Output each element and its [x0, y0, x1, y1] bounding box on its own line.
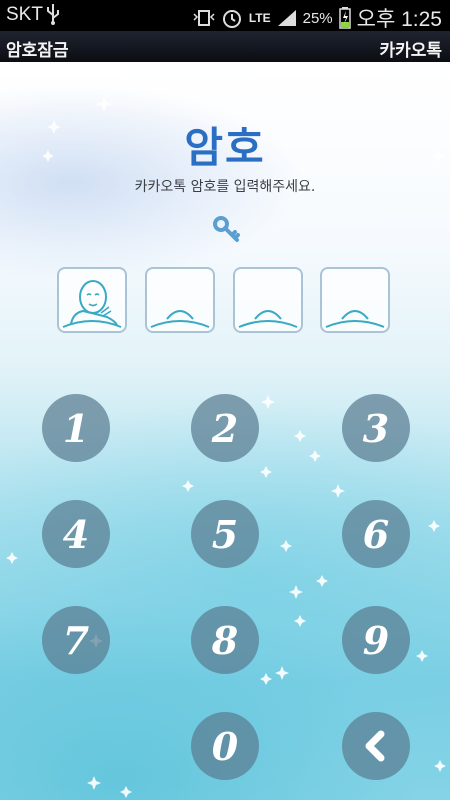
- clock-label: 오후 1:25: [356, 8, 442, 31]
- backspace-icon: [365, 730, 385, 762]
- battery-charging-icon: [338, 7, 351, 29]
- usb-icon: [47, 4, 59, 25]
- alarm-icon: [222, 10, 241, 28]
- pin-slot-2: [145, 267, 215, 333]
- character-face-icon: [62, 280, 122, 328]
- key-3[interactable]: 3: [342, 394, 410, 462]
- page-subtitle: 카카오톡 암호를 입력해주세요.: [134, 179, 316, 195]
- key-6[interactable]: 6: [342, 500, 410, 568]
- key-7[interactable]: 7: [42, 606, 110, 674]
- key-icon: [213, 216, 240, 242]
- key-2[interactable]: 2: [191, 394, 259, 462]
- screen-title: 암호잠금: [6, 41, 69, 61]
- pin-slot-4: [320, 267, 390, 333]
- page-title: 암호: [184, 123, 266, 172]
- key-4[interactable]: 4: [42, 500, 110, 568]
- app-name: 카카오톡: [379, 41, 442, 61]
- vibrate-icon: [193, 10, 215, 26]
- battery-label: 25%: [302, 9, 333, 27]
- empty-slot-icon: [238, 310, 298, 328]
- carrier-label: SKT: [6, 4, 43, 25]
- key-9[interactable]: 9: [342, 606, 410, 674]
- key-0[interactable]: 0: [191, 712, 259, 780]
- empty-slot-icon: [150, 310, 210, 328]
- empty-slot-icon: [325, 310, 385, 328]
- signal-icon: [277, 10, 296, 26]
- network-label: LTE: [248, 11, 271, 25]
- key-8[interactable]: 8: [191, 606, 259, 674]
- title-bar: 암호잠금 카카오톡: [0, 31, 450, 63]
- key-5[interactable]: 5: [191, 500, 259, 568]
- key-1[interactable]: 1: [42, 394, 110, 462]
- status-bar: SKT LTE 25% 오후 1:25: [0, 0, 450, 31]
- pin-slot-1: [57, 267, 127, 333]
- pin-slot-3: [233, 267, 303, 333]
- backspace-button[interactable]: [342, 712, 410, 780]
